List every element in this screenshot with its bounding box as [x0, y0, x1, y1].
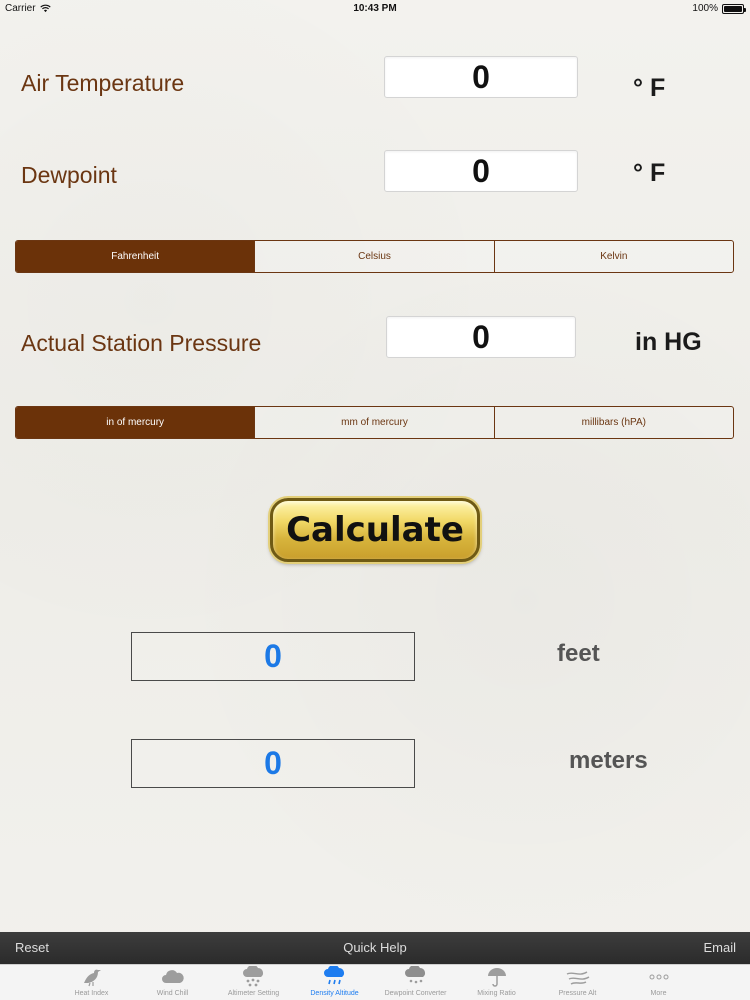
result-feet-value: 0 — [131, 632, 415, 681]
station-pressure-label: Actual Station Pressure — [21, 330, 262, 356]
segment-millibars[interactable]: millibars (hPA) — [495, 407, 733, 438]
station-pressure-input[interactable]: 0 — [386, 316, 576, 358]
calculate-button[interactable]: Calculate — [270, 498, 480, 562]
tab-pressure-alt[interactable]: Pressure Alt — [537, 965, 618, 1000]
tab-label: Dewpoint Converter — [384, 990, 447, 997]
tab-label: Heat Index — [74, 990, 109, 997]
wind-icon — [565, 966, 591, 988]
result-feet-unit: feet — [557, 640, 600, 667]
cloud-icon — [160, 966, 186, 988]
tab-bar: Heat Index Wind Chill Altimeter Setting — [0, 964, 750, 1000]
result-meters-value: 0 — [131, 739, 415, 788]
tab-more[interactable]: More — [618, 965, 699, 1000]
air-temperature-input[interactable]: 0 — [384, 56, 578, 98]
result-meters-unit: meters — [569, 747, 648, 774]
air-temperature-label: Air Temperature — [21, 70, 185, 96]
tab-density-altitude[interactable]: Density Altitude — [294, 965, 375, 1000]
segment-in-of-mercury[interactable]: in of mercury — [16, 407, 256, 438]
dewpoint-unit: ° F — [633, 159, 666, 187]
battery-icon — [722, 3, 746, 14]
storm-cloud-icon — [403, 966, 429, 988]
tab-mixing-ratio[interactable]: Mixing Ratio — [456, 965, 537, 1000]
battery-group: 100% — [692, 3, 746, 14]
more-dots-icon — [646, 966, 672, 988]
segment-mm-of-mercury[interactable]: mm of mercury — [255, 407, 495, 438]
segment-kelvin[interactable]: Kelvin — [495, 241, 733, 272]
tab-label: Density Altitude — [310, 990, 359, 997]
temperature-scale-control: Fahrenheit Celsius Kelvin — [15, 240, 734, 273]
status-bar: Carrier 10:43 PM 100% — [0, 0, 750, 18]
email-button[interactable]: Email — [703, 940, 736, 955]
dewpoint-label: Dewpoint — [21, 162, 117, 188]
tab-label: Pressure Alt — [558, 990, 597, 997]
tab-dewpoint-converter[interactable]: Dewpoint Converter — [375, 965, 456, 1000]
bird-icon — [79, 966, 105, 988]
battery-percent: 100% — [692, 3, 718, 14]
snow-cloud-icon — [241, 966, 267, 988]
segment-fahrenheit[interactable]: Fahrenheit — [16, 241, 256, 272]
umbrella-icon — [484, 966, 510, 988]
status-time: 10:43 PM — [353, 3, 397, 14]
rain-cloud-icon — [322, 966, 348, 988]
tab-wind-chill[interactable]: Wind Chill — [132, 965, 213, 1000]
tab-heat-index[interactable]: Heat Index — [51, 965, 132, 1000]
tab-label: Altimeter Setting — [227, 990, 280, 997]
dewpoint-input[interactable]: 0 — [384, 150, 578, 192]
segment-celsius[interactable]: Celsius — [255, 241, 495, 272]
quick-help-button[interactable]: Quick Help — [0, 940, 750, 955]
air-temperature-unit: ° F — [633, 74, 666, 102]
pressure-unit-control: in of mercury mm of mercury millibars (h… — [15, 406, 734, 439]
bottom-toolbar: Reset Quick Help Email — [0, 932, 750, 964]
tab-label: Wind Chill — [156, 990, 189, 997]
tab-altimeter-setting[interactable]: Altimeter Setting — [213, 965, 294, 1000]
tab-label: Mixing Ratio — [477, 990, 516, 997]
tab-label: More — [650, 990, 667, 997]
station-pressure-unit: in HG — [635, 328, 702, 356]
